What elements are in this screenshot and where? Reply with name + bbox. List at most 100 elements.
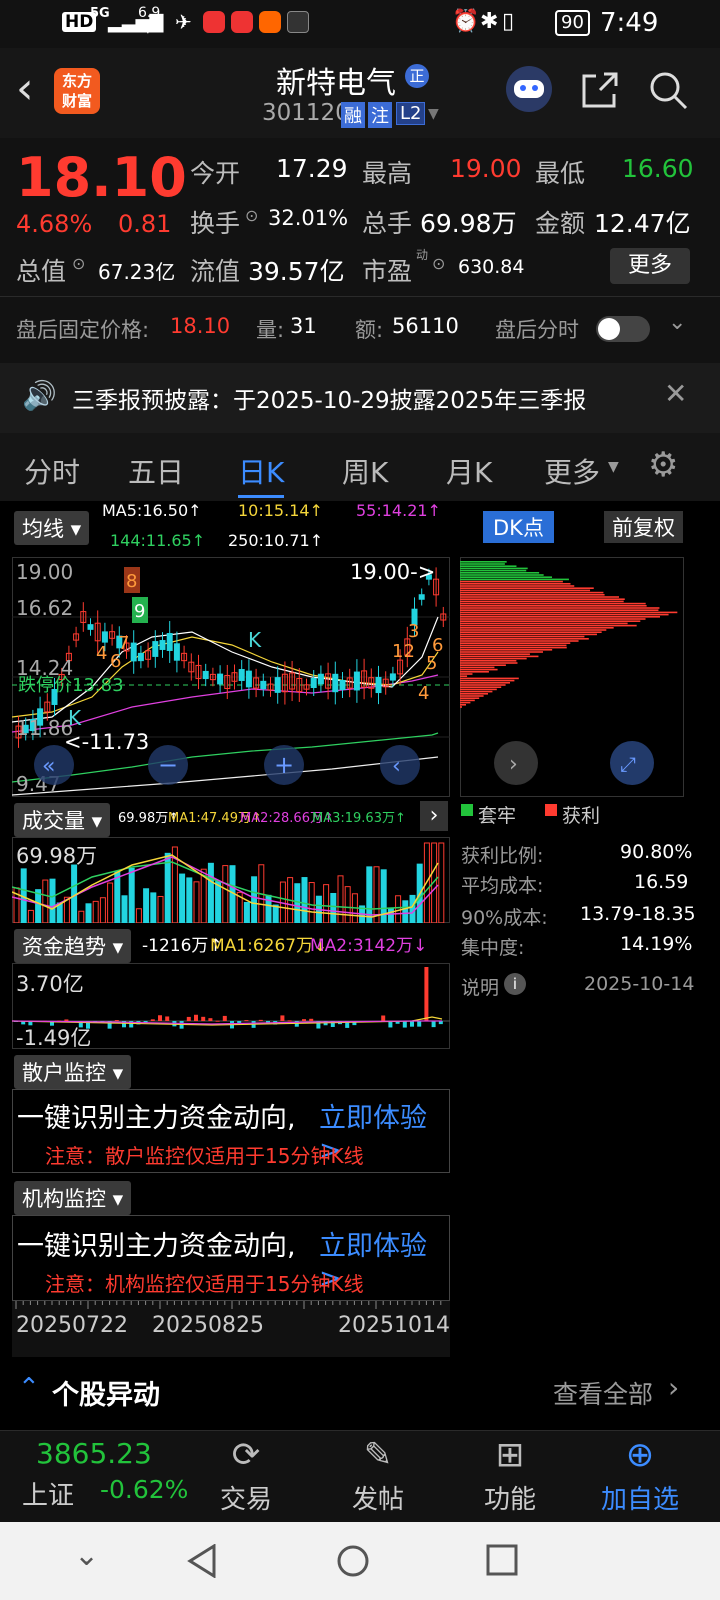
nav-function[interactable]: ⊞ 功能 — [450, 1431, 570, 1516]
chip-bar — [460, 578, 569, 581]
dk-point-button[interactable]: DK点 — [483, 511, 554, 543]
chevron-down-icon[interactable]: ⌄ — [668, 310, 686, 335]
candle — [245, 670, 252, 688]
chevron-right-icon[interactable]: › — [420, 801, 448, 831]
volume-bar — [272, 904, 279, 923]
chevron-down-icon: ▼ — [608, 459, 619, 475]
fund-bar — [417, 1021, 422, 1027]
nav-trade[interactable]: ⟳ 交易 — [186, 1431, 306, 1516]
system-nav-bar: ⌄ — [0, 1522, 720, 1600]
volume-bar — [308, 882, 315, 923]
retail-monitor-selector[interactable]: 散户监控 ▾ — [14, 1055, 132, 1089]
tab-weekly-k[interactable]: 周K — [342, 451, 388, 491]
fund-bar — [208, 1018, 213, 1021]
fund-bar — [201, 1016, 206, 1021]
chip-bar — [460, 690, 493, 693]
fund-trend-selector[interactable]: 资金趋势 ▾ — [14, 929, 132, 963]
vol-top-label: 69.98万 — [16, 844, 97, 868]
back-button[interactable]: ‹ — [16, 62, 34, 116]
home-icon[interactable] — [336, 1544, 370, 1578]
chip-bar — [460, 677, 519, 680]
search-icon[interactable] — [648, 70, 688, 110]
app-notification-icon — [259, 11, 281, 33]
signal-8: 8 — [126, 571, 137, 592]
mktcap-label: 总值 — [16, 257, 67, 286]
volume-bar — [42, 879, 49, 923]
stock-name: 新特电气 — [276, 66, 396, 101]
zheng-badge: 正 — [405, 64, 429, 88]
back-icon[interactable] — [186, 1544, 218, 1578]
volume-bar — [143, 888, 150, 923]
share-icon[interactable] — [580, 70, 620, 110]
active-tab-indicator — [238, 495, 284, 498]
app-header: ‹ 东方 财富 新特电气 正 301120 融 注 L2 ▼ — [0, 48, 720, 138]
notice-bar[interactable]: 🔊 三季报预披露：于2025-10-29披露2025年三季报 ✕ — [0, 363, 720, 433]
adjust-button[interactable]: 前复权 — [604, 511, 683, 543]
volume-bar — [251, 876, 258, 923]
after-hours-toggle[interactable] — [596, 316, 650, 342]
tab-five-day[interactable]: 五日 — [128, 451, 184, 491]
after-vol-label: 量: — [256, 318, 285, 342]
fund-bar — [158, 1015, 162, 1021]
hide-keyboard-icon[interactable]: ⌄ — [74, 1538, 99, 1573]
volume-bar — [179, 873, 186, 923]
info-icon[interactable]: ⊙ — [72, 254, 85, 273]
ma-selector[interactable]: 均线 ▾ — [14, 511, 90, 545]
after-hours-chart-label: 盘后分时 — [495, 318, 579, 342]
low-label: 最低 — [535, 159, 586, 188]
gear-icon[interactable]: ⚙ — [648, 445, 678, 485]
robot-assistant-icon[interactable] — [506, 66, 552, 112]
volume-bar — [337, 875, 344, 923]
info-icon[interactable]: ⊙ — [245, 206, 258, 225]
high-value: 19.00 — [450, 154, 522, 183]
fund-bar — [431, 1021, 436, 1028]
high-label: 最高 — [362, 159, 413, 188]
volume-bar — [409, 894, 416, 923]
info-icon[interactable]: ⊙ — [432, 254, 445, 273]
high-marker: 19.00-> — [350, 560, 435, 584]
pe-superscript: 动 — [416, 248, 429, 262]
fund-bar — [150, 1019, 155, 1021]
close-icon[interactable]: ✕ — [664, 377, 687, 410]
chip-distribution-chart[interactable]: › ⤢ — [460, 557, 684, 797]
volume-bar — [49, 878, 56, 923]
chip-bar — [460, 684, 506, 686]
view-all-link[interactable]: 查看全部 — [553, 1375, 653, 1411]
index-value: 3865.23 — [36, 1437, 152, 1470]
chip-bar — [460, 653, 530, 655]
tab-monthly-k[interactable]: 月K — [446, 451, 492, 491]
pe-value: 630.84 — [458, 256, 525, 278]
tab-more[interactable]: 更多 — [544, 451, 600, 491]
volume-bar — [222, 865, 229, 923]
chip-bar — [460, 638, 589, 640]
institution-monitor-selector[interactable]: 机构监控 ▾ — [14, 1181, 132, 1215]
chevron-up-icon[interactable]: ⌃ — [18, 1373, 40, 1403]
volume-bar — [344, 886, 351, 923]
info-icon[interactable]: i — [504, 973, 526, 995]
nav-post[interactable]: ✎ 发帖 — [318, 1431, 438, 1516]
more-button[interactable]: 更多 — [610, 248, 690, 284]
chip-bar — [460, 585, 575, 587]
fund-bar — [222, 1015, 227, 1021]
nav-add-watchlist[interactable]: ⊕ 加自选 — [580, 1431, 700, 1516]
cost90-label: 90%成本: — [461, 907, 548, 929]
tab-intraday[interactable]: 分时 — [24, 451, 80, 491]
candle — [375, 676, 382, 694]
fund-bar — [194, 1014, 198, 1021]
chip-bar — [460, 580, 563, 583]
fund-bar — [287, 1020, 292, 1022]
volume-label: 总手 — [362, 209, 413, 238]
recents-icon[interactable] — [486, 1544, 518, 1576]
tab-daily-k[interactable]: 日K — [238, 451, 284, 491]
volume-bar — [78, 910, 85, 923]
fund-ma2: MA2:3142万↓ — [310, 936, 428, 956]
kline-chart[interactable]: 19.00 16.62 14.24 11.86 9.47 跌停价13.83 19… — [12, 557, 450, 797]
change-amount: 0.81 — [118, 210, 172, 238]
index-ticker[interactable]: 3865.23 上证 -0.62% — [0, 1431, 188, 1523]
chip-bar — [460, 682, 510, 684]
volume-selector[interactable]: 成交量 ▾ — [14, 803, 111, 837]
chevron-down-icon[interactable]: ▼ — [428, 106, 439, 122]
chip-bar — [460, 613, 669, 616]
signal-4: 4 — [96, 643, 107, 664]
signal-9: 9 — [134, 601, 145, 622]
